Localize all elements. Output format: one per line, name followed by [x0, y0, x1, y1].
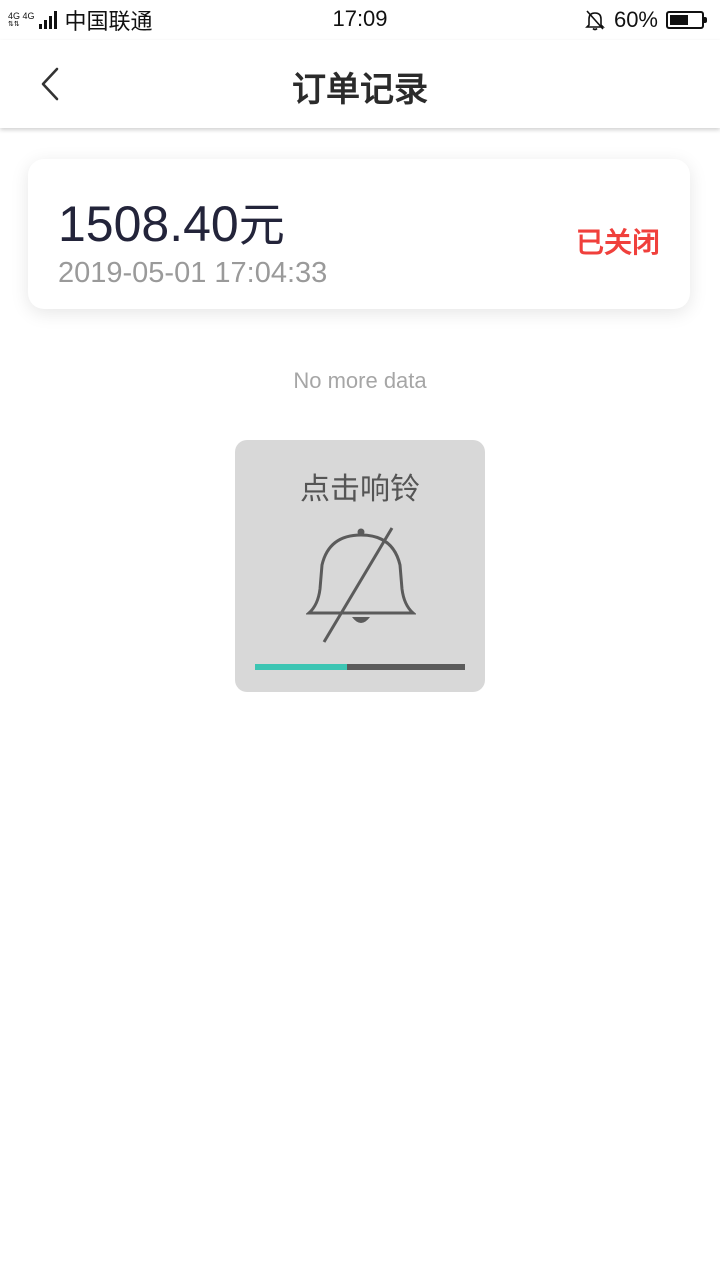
order-amount-unit: 元 [238, 198, 285, 252]
bell-off-icon [306, 527, 416, 643]
nav-bar: 订单记录 [0, 40, 720, 128]
battery-fill [670, 15, 688, 25]
ring-progress-track [255, 664, 465, 670]
status-right: 60% [584, 5, 707, 35]
battery-percent: 60% [613, 7, 658, 32]
ring-bell-panel[interactable]: 点击响铃 [235, 440, 485, 692]
no-more-data: No more data [293, 368, 427, 393]
bell-off-icon [585, 10, 605, 31]
battery-icon [666, 11, 707, 29]
status-bar: 4G 4G ⇅⇅ 中国联通 17:09 60% [0, 0, 720, 40]
order-amount-value: 1508.40 [58, 196, 239, 252]
ring-progress-fill [255, 664, 348, 670]
order-time: 2019-05-01 17:04:33 [58, 257, 328, 289]
ring-bell-label: 点击响铃 [300, 472, 420, 507]
order-amount: 1508.40元 [58, 189, 285, 255]
order-card[interactable]: 1508.40元 2019-05-01 17:04:33 已关闭 [28, 159, 690, 309]
order-status: 已关闭 [575, 226, 660, 259]
page-title: 订单记录 [292, 70, 428, 110]
